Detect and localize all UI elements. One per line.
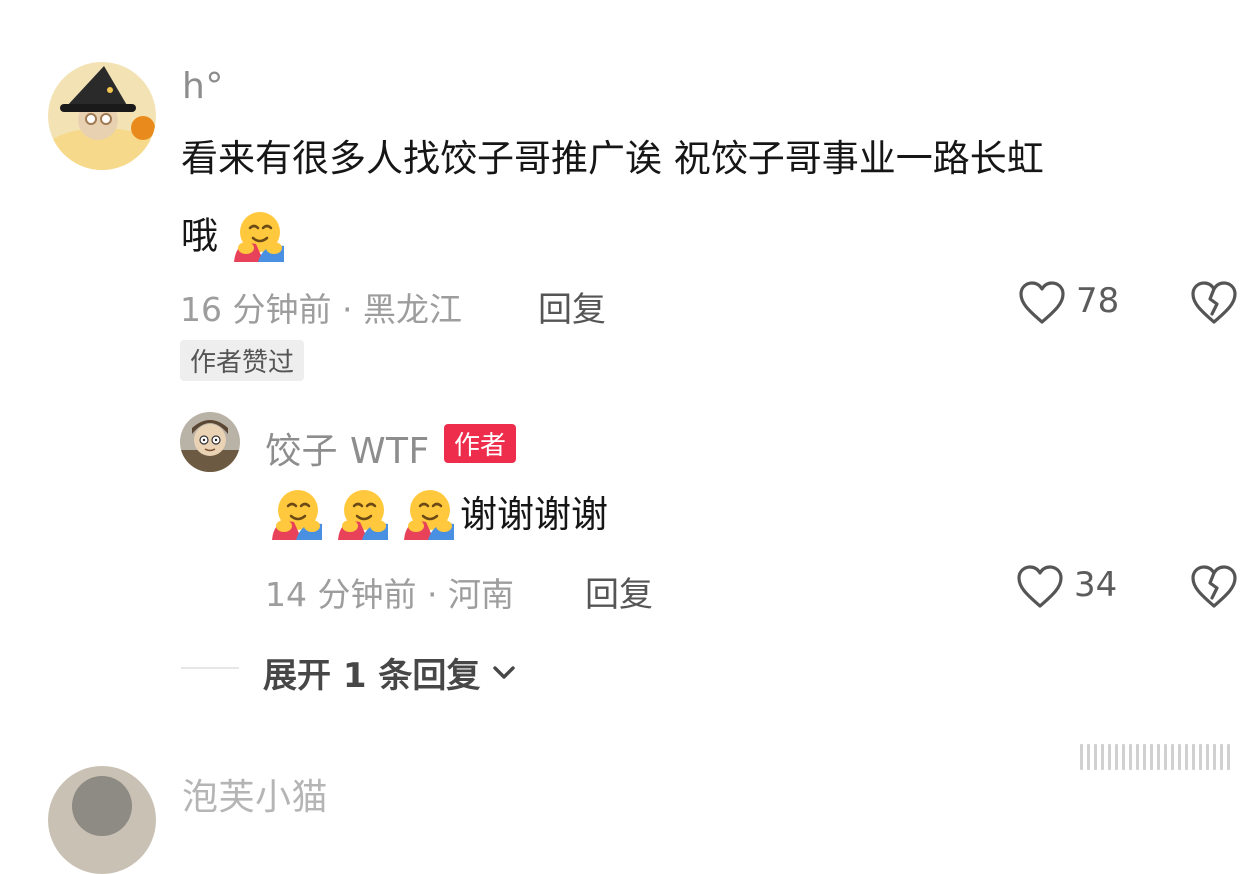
broken-heart-icon: [1191, 281, 1237, 324]
reply-meta: 14 分钟前 · 河南: [265, 575, 514, 614]
broken-heart-icon: [1191, 565, 1237, 608]
hugging-face-emoji-icon: [338, 490, 388, 540]
avatar-commenter[interactable]: [48, 62, 156, 170]
reply-like-button[interactable]: 34: [1016, 562, 1126, 612]
scroll-indicator: [1080, 744, 1234, 774]
reply-like-count: 34: [1074, 565, 1118, 605]
expand-divider: [181, 667, 239, 669]
next-commenter-username[interactable]: 泡芙小猫: [182, 768, 328, 820]
reply-button[interactable]: 回复: [585, 567, 653, 616]
avatar-author[interactable]: [180, 412, 240, 472]
reply-text-line: 谢谢谢谢: [268, 486, 608, 542]
author-username[interactable]: 饺子 WTF: [265, 422, 430, 474]
hugging-face-emoji-icon: [272, 490, 322, 540]
author-badge: 作者: [444, 424, 517, 463]
chevron-down-icon: [493, 665, 516, 679]
comment-meta: 16 分钟前 · 黑龙江: [180, 290, 462, 329]
expand-replies-label: 展开 1 条回复: [263, 656, 481, 696]
reply-button[interactable]: 回复: [538, 282, 606, 331]
like-button[interactable]: 78: [1018, 278, 1128, 328]
heart-icon: [1019, 281, 1065, 324]
comment-text-tail: 哦: [181, 214, 218, 258]
reply-text: 谢谢谢谢: [460, 492, 608, 536]
dislike-button[interactable]: [1190, 280, 1240, 326]
hugging-face-emoji-icon: [233, 212, 284, 262]
comment-text-line1: 看来有很多人找饺子哥推广诶 祝饺子哥事业一路长虹: [181, 137, 1044, 180]
author-liked-badge: 作者赞过: [180, 340, 305, 381]
reply-dislike-button[interactable]: [1190, 564, 1240, 610]
like-count: 78: [1076, 281, 1120, 321]
avatar-next-commenter[interactable]: [48, 766, 156, 874]
heart-icon: [1017, 565, 1063, 608]
expand-replies-button[interactable]: 展开 1 条回复: [263, 648, 517, 697]
commenter-username[interactable]: h°: [182, 66, 224, 107]
comment-text-line2: 哦: [181, 208, 286, 264]
hugging-face-emoji-icon: [404, 490, 454, 540]
